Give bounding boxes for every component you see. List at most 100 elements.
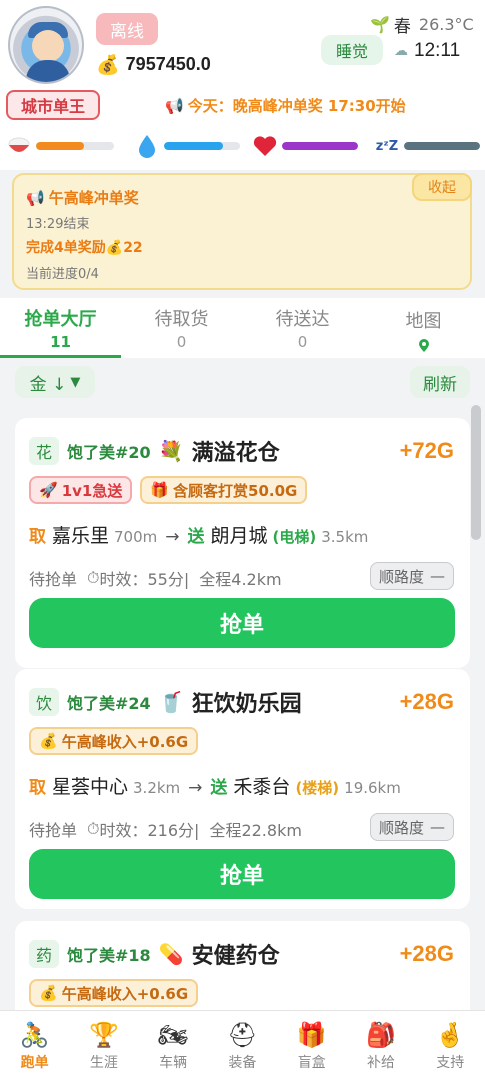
megaphone-icon: 📢 <box>26 188 45 207</box>
order-price: +72G <box>399 438 454 463</box>
total-distance: 全程22.8km <box>209 821 302 840</box>
money-display: 💰 7957450.0 <box>96 53 211 76</box>
pickup-label: 取 <box>29 527 46 547</box>
order-price: +28G <box>399 941 454 966</box>
task-end-time: 13:29结束 <box>26 217 90 232</box>
tag-text: 含顾客打赏50.0G <box>173 481 298 500</box>
tag-text: 午高峰收入+0.6G <box>61 732 189 751</box>
nav-item-equipment[interactable]: ⛑ 装备 <box>208 1011 277 1080</box>
route-match-label: 顺路度 <box>378 818 424 837</box>
sprout-icon: 🌱 <box>370 15 390 34</box>
nav-label: 补给 <box>366 1055 395 1071</box>
order-meta: 待抢单 ⏱ 时效：55分| 全程4.2km <box>29 566 282 590</box>
avatar-face <box>32 30 64 62</box>
category-badge: 花 <box>29 437 59 465</box>
tip-tag: 🎁 含顾客打赏50.0G <box>140 476 308 504</box>
stats-bars: zᶻZ <box>6 132 484 160</box>
shop-name: 安健药仓 <box>191 944 280 969</box>
avatar[interactable] <box>8 6 84 84</box>
thirst-stat <box>134 132 240 160</box>
stopwatch-icon: ⏱ <box>87 819 100 838</box>
tab-label: 待取货 <box>154 309 209 330</box>
task-reward-prefix: 完成4单奖励 <box>26 240 106 256</box>
task-title: 午高峰冲单奖 <box>48 189 139 207</box>
sleep-button[interactable]: 睡觉 <box>321 35 383 65</box>
collapse-button[interactable]: 收起 <box>412 173 472 201</box>
nav-item-supply[interactable]: 🎒 补给 <box>346 1011 415 1080</box>
dropoff-place: 禾黍台 <box>233 776 291 798</box>
tab-to-deliver[interactable]: 待送达 0 <box>242 298 363 358</box>
water-drop-icon <box>134 133 160 159</box>
shop-number: 饱了美#18 <box>67 946 151 965</box>
urgent-tag: 🚀 1v1急送 <box>29 476 133 504</box>
dropoff-label: 送 <box>210 778 228 798</box>
order-tabs: 抢单大厅 11 待取货 0 待送达 0 地图 <box>0 298 485 358</box>
heart-icon <box>252 133 278 159</box>
title-badge[interactable]: 城市单王 <box>6 90 100 120</box>
order-tags: 💰 午高峰收入+0.6G <box>29 727 199 755</box>
hunger-stat <box>6 132 114 160</box>
peak-bonus-tag: 💰 午高峰收入+0.6G <box>29 727 199 755</box>
support-hands-icon: 🤞 <box>435 1021 466 1049</box>
order-card: 饮 饱了美#24 🥤 狂饮奶乐园 +28G 💰 午高峰收入+0.6G 取 星荟中心… <box>15 669 470 909</box>
stopwatch-icon: ⏱ <box>87 568 100 587</box>
dropoff-access: (电梯) <box>272 528 317 546</box>
trophy-icon: 🏆 <box>88 1021 119 1049</box>
map-pin-icon <box>418 337 429 352</box>
nav-item-run-orders[interactable]: 🚴 跑单 <box>0 1011 69 1080</box>
route-match-label: 顺路度 <box>378 567 424 586</box>
tab-map[interactable]: 地图 <box>363 298 484 358</box>
status-badge[interactable]: 离线 <box>96 13 158 45</box>
tab-count: 0 <box>176 333 187 351</box>
order-route: 取 嘉乐里 700m → 送 朗月城 (电梯) 3.5km <box>29 521 368 548</box>
order-tags: 🚀 1v1急送 🎁 含顾客打赏50.0G <box>29 476 308 504</box>
tab-count: 0 <box>297 333 308 351</box>
helmet-icon: ⛑ <box>227 1021 258 1049</box>
task-progress: 当前进度0/4 <box>26 267 99 282</box>
grab-order-button[interactable]: 抢单 <box>29 598 455 648</box>
total-distance: 全程4.2km <box>199 570 282 589</box>
avatar-body <box>26 60 70 82</box>
tab-label: 地图 <box>405 311 442 332</box>
tab-order-hall[interactable]: 抢单大厅 11 <box>0 298 121 358</box>
health-bar <box>282 142 358 150</box>
route-match-button[interactable]: 顺路度 — <box>369 562 454 590</box>
clock-time: 12:11 <box>414 40 461 61</box>
bottom-nav: 🚴 跑单 🏆 生涯 🏍 车辆 ⛑ 装备 🎁 盲盒 🎒 补给 🤞 支持 <box>0 1010 485 1080</box>
category-badge: 药 <box>29 940 59 968</box>
shop-number: 饱了美#24 <box>67 694 151 713</box>
tab-to-pickup[interactable]: 待取货 0 <box>121 298 242 358</box>
notice-text: 今天：晚高峰冲单奖 17:30开始 <box>187 97 406 115</box>
grab-order-button[interactable]: 抢单 <box>29 849 455 899</box>
tab-count: 11 <box>50 333 71 351</box>
nav-label: 跑单 <box>20 1055 49 1071</box>
tag-text: 午高峰收入+0.6G <box>61 984 189 1003</box>
money-bag-icon: 💰 <box>96 54 120 76</box>
nav-item-vehicle[interactable]: 🏍 车辆 <box>139 1011 208 1080</box>
nav-item-career[interactable]: 🏆 生涯 <box>69 1011 138 1080</box>
dropoff-distance: 3.5km <box>321 528 369 546</box>
route-match-button[interactable]: 顺路度 — <box>369 813 454 841</box>
category-badge: 饮 <box>29 688 59 716</box>
notice-banner[interactable]: 📢 今天：晚高峰冲单奖 17:30开始 <box>165 95 406 116</box>
pickup-distance: 700m <box>114 528 158 546</box>
order-card: 花 饱了美#20 💐 满溢花仓 +72G 🚀 1v1急送 🎁 含顾客打赏50.0G … <box>15 418 470 668</box>
tab-label: 抢单大厅 <box>24 309 97 330</box>
list-scrollbar[interactable] <box>471 405 481 540</box>
order-header: 花 饱了美#20 💐 满溢花仓 <box>29 436 280 466</box>
energy-stat: zᶻZ <box>374 132 480 160</box>
order-card: 药 饱了美#18 💊 安健药仓 +28G 💰 午高峰收入+0.6G <box>15 921 470 1010</box>
rocket-icon: 🚀 <box>39 481 58 499</box>
sort-dropdown[interactable]: 金 ↓ ▼ <box>15 366 95 398</box>
backpack-icon: 🎒 <box>366 1021 396 1049</box>
nav-item-support[interactable]: 🤞 支持 <box>416 1011 485 1080</box>
thirst-bar <box>164 142 240 150</box>
money-value: 7957450.0 <box>125 54 211 74</box>
nav-item-blind-box[interactable]: 🎁 盲盒 <box>277 1011 346 1080</box>
order-tags: 💰 午高峰收入+0.6G <box>29 979 199 1007</box>
refresh-button[interactable]: 刷新 <box>410 366 470 398</box>
order-price: +28G <box>399 689 454 714</box>
route-match-value: — <box>430 818 445 836</box>
pickup-place: 星荟中心 <box>52 776 129 798</box>
motorcycle-icon: 🏍 <box>157 1021 189 1049</box>
